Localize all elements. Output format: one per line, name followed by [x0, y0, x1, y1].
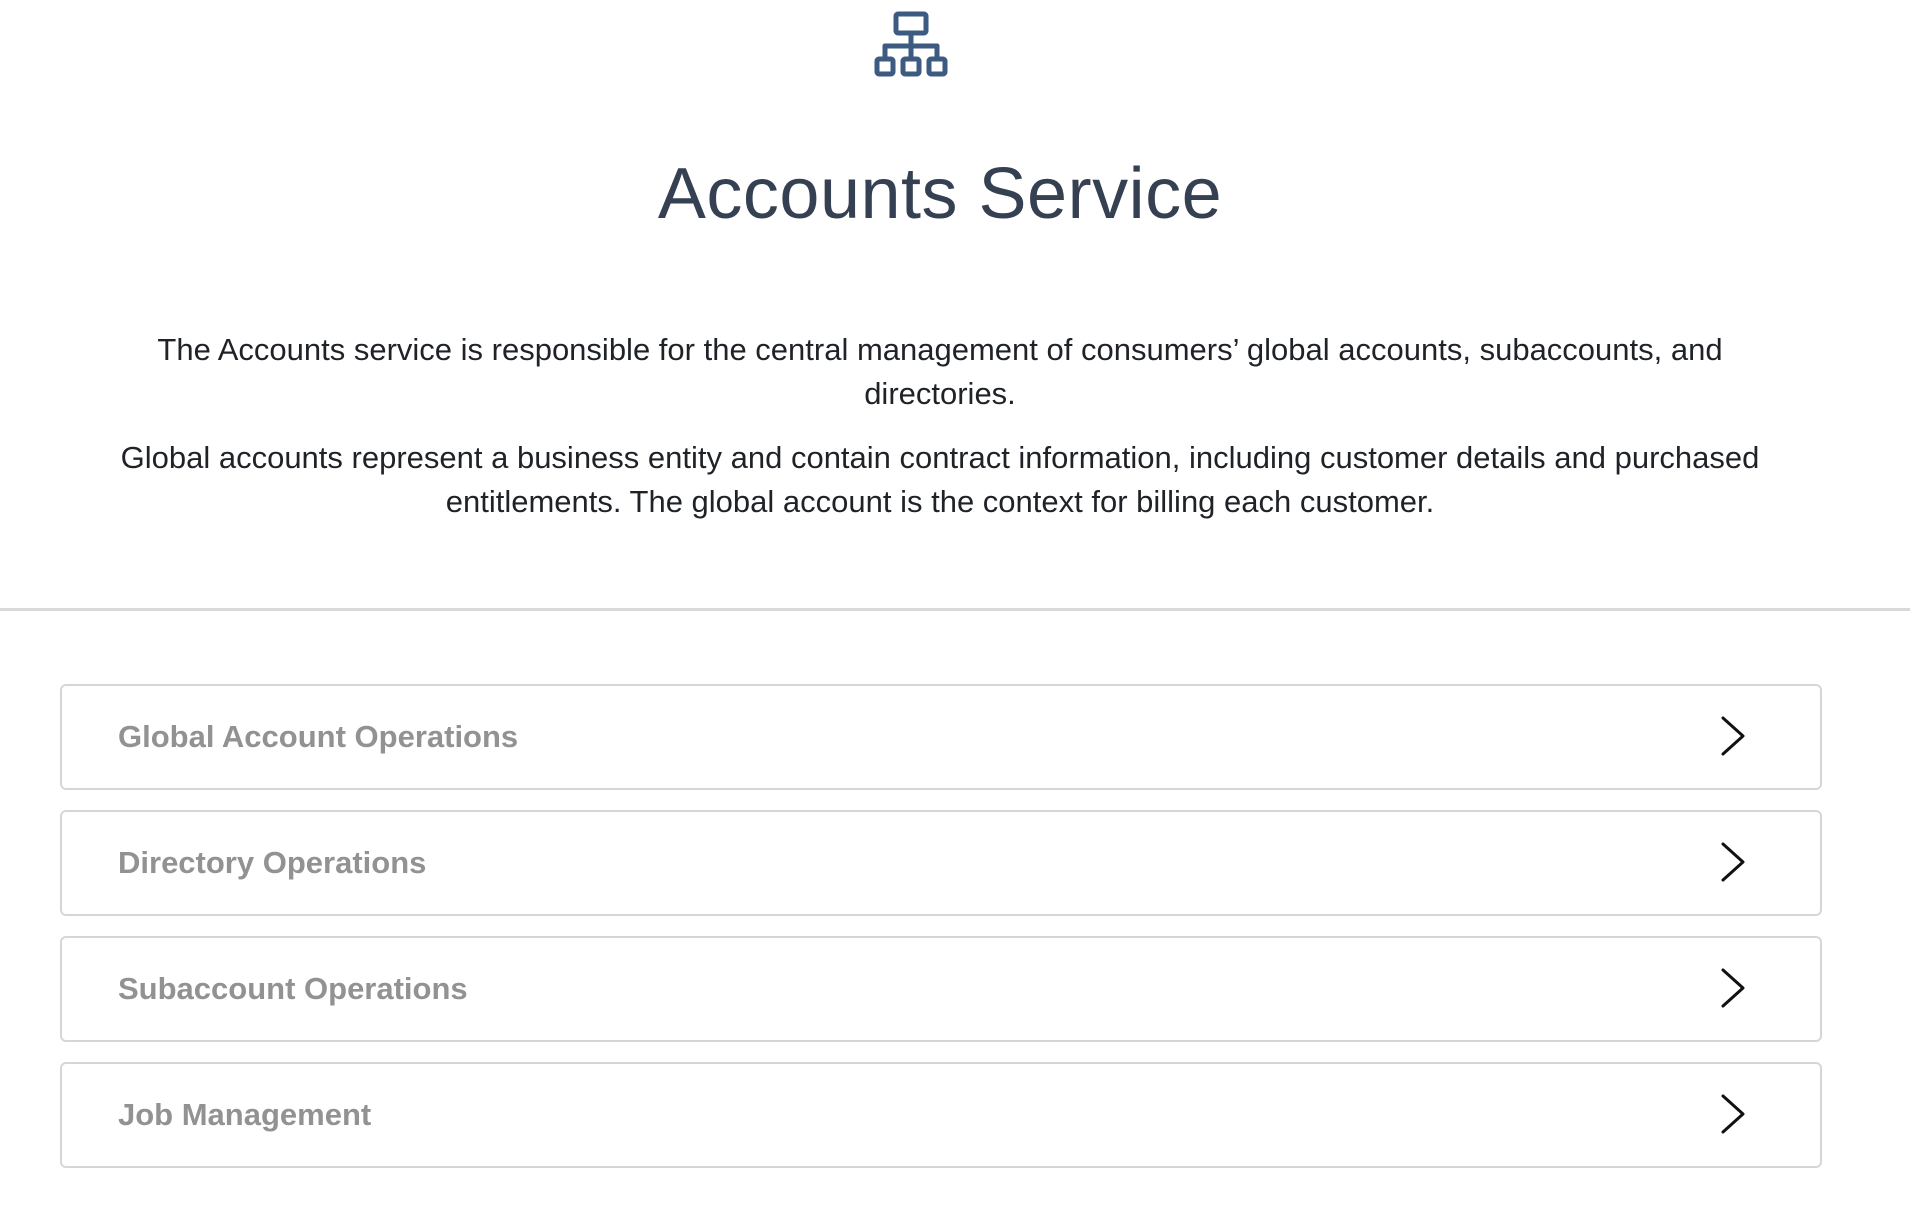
- section-divider: [0, 608, 1910, 611]
- operations-list: Global Account Operations Directory Oper…: [60, 684, 1822, 1188]
- operation-label: Directory Operations: [118, 845, 427, 880]
- operation-label: Subaccount Operations: [118, 971, 468, 1006]
- chevron-right-icon: [1721, 1094, 1745, 1134]
- service-description: The Accounts service is responsible for …: [157, 332, 1723, 411]
- chevron-right-icon: [1721, 842, 1745, 882]
- hierarchy-icon: [874, 11, 948, 77]
- page-title: Accounts Service: [657, 154, 1223, 234]
- chevron-right-icon: [1721, 716, 1745, 756]
- operation-subaccount[interactable]: Subaccount Operations: [60, 936, 1822, 1042]
- operation-directory[interactable]: Directory Operations: [60, 810, 1822, 916]
- global-accounts-description: Global accounts represent a business ent…: [120, 440, 1760, 519]
- operation-job-management[interactable]: Job Management: [60, 1062, 1822, 1168]
- chevron-right-icon: [1721, 968, 1745, 1008]
- service-header: Accounts Service The Accounts service is…: [0, 0, 1910, 609]
- page: Accounts Service The Accounts service is…: [0, 0, 1910, 1220]
- operation-global-account[interactable]: Global Account Operations: [60, 684, 1822, 790]
- operation-label: Global Account Operations: [118, 719, 519, 754]
- operation-label: Job Management: [118, 1097, 372, 1132]
